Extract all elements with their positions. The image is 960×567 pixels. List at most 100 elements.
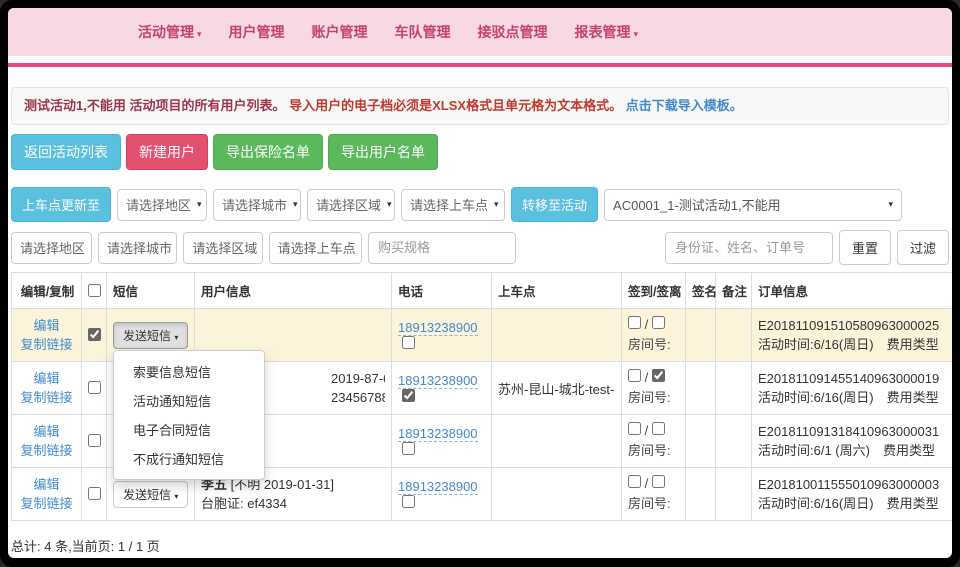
phone-checkbox[interactable] [402, 336, 415, 349]
nav-item-report-management[interactable]: 报表管理▾ [575, 22, 639, 42]
sign-in-checkbox[interactable] [628, 369, 641, 382]
signature-cell [686, 362, 716, 415]
sign-in-checkbox[interactable] [628, 316, 641, 329]
col-header-sms: 短信 [107, 273, 195, 309]
district-select-1[interactable]: 请选择区域▾ [307, 189, 395, 221]
caret-down-icon: ▾ [197, 29, 202, 39]
caret-down-icon: ▾ [387, 199, 392, 210]
room-number-label: 房间号: [628, 441, 679, 461]
col-header-pickup-point: 上车点 [492, 273, 622, 309]
sign-in-out-cell: / 房间号: [622, 362, 686, 415]
caret-down-icon: ▾ [494, 199, 499, 210]
caret-down-icon: ▾ [174, 492, 178, 501]
send-sms-button[interactable]: 发送短信 ▾ [113, 322, 188, 349]
nav-item-account-management[interactable]: 账户管理 [312, 22, 368, 42]
sign-out-checkbox[interactable] [652, 369, 665, 382]
col-header-sign-in-out: 签到/签离 [622, 273, 686, 309]
copy-link[interactable]: 复制链接 [18, 388, 75, 407]
menu-item-request-info-sms[interactable]: 索要信息短信 [114, 357, 264, 386]
caret-down-icon: ▾ [174, 333, 178, 342]
back-to-activity-list-button[interactable]: 返回活动列表 [11, 134, 121, 170]
nav-item-user-management[interactable]: 用户管理 [229, 22, 285, 42]
sign-in-checkbox[interactable] [628, 422, 641, 435]
phone-checkbox[interactable] [402, 442, 415, 455]
order-info-cell: E201811091510580963000025活动时间:6/16(周日) 费… [752, 309, 953, 362]
caret-down-icon: ▾ [91, 242, 92, 253]
phone-checkbox[interactable] [402, 389, 415, 402]
pickup-point-cell [492, 309, 622, 362]
row-checkbox[interactable] [88, 328, 101, 341]
filter-button[interactable]: 过滤 [897, 230, 949, 265]
sign-out-checkbox[interactable] [652, 316, 665, 329]
note-cell [716, 309, 752, 362]
region-select-2[interactable]: 请选择地区▾ [11, 232, 92, 264]
transfer-to-activity-button[interactable]: 转移至活动 [511, 187, 598, 222]
room-number-label: 房间号: [628, 335, 679, 355]
signature-cell [686, 309, 716, 362]
city-select-2[interactable]: 请选择城市▾ [98, 232, 177, 264]
order-info-cell: E201811091455140963000019活动时间:6/16(周日) 费… [752, 362, 953, 415]
top-navbar: 活动管理▾ 用户管理 账户管理 车队管理 接驳点管理 报表管理▾ [8, 8, 952, 56]
nav-item-shuttle-point-management[interactable]: 接驳点管理 [478, 22, 548, 42]
region-select-1[interactable]: 请选择地区▾ [117, 189, 207, 221]
phone-link[interactable]: 18913238900 [398, 373, 478, 389]
info-alert: 测试活动1,不能用 活动项目的所有用户列表。 导入用户的电子档必须是XLSX格式… [11, 87, 949, 125]
pickup-point-cell [492, 468, 622, 521]
pickup-point-select-2[interactable]: 请选择上车点▾ [269, 232, 362, 264]
caret-down-icon: ▾ [889, 199, 894, 210]
phone-link[interactable]: 18913238900 [398, 479, 478, 495]
sign-in-out-cell: / 房间号: [622, 309, 686, 362]
row-checkbox[interactable] [88, 434, 101, 447]
phone-link[interactable]: 18913238900 [398, 426, 478, 442]
edit-link[interactable]: 编辑 [18, 475, 75, 494]
reset-button[interactable]: 重置 [839, 230, 891, 265]
edit-link[interactable]: 编辑 [18, 369, 75, 388]
col-header-order-info: 订单信息 [752, 273, 953, 309]
sign-out-checkbox[interactable] [652, 475, 665, 488]
table-row: 编辑复制链接 发送短信 ▾ 索要信息短信 活动通知短信 电子合同短信 不成行通知… [12, 309, 953, 362]
alert-activity-name: 测试活动1,不能用 [24, 98, 126, 113]
send-sms-button[interactable]: 发送短信 ▾ [113, 481, 188, 508]
phone-checkbox[interactable] [402, 495, 415, 508]
col-header-signature: 签名 [686, 273, 716, 309]
note-cell [716, 415, 752, 468]
nav-item-fleet-management[interactable]: 车队管理 [395, 22, 451, 42]
download-template-link[interactable]: 点击下载导入模板。 [626, 98, 743, 113]
export-insurance-list-button[interactable]: 导出保险名单 [213, 134, 323, 170]
edit-link[interactable]: 编辑 [18, 422, 75, 441]
room-number-label: 房间号: [628, 494, 679, 514]
pickup-point-select-1[interactable]: 请选择上车点▾ [401, 189, 505, 221]
sign-in-checkbox[interactable] [628, 475, 641, 488]
row-checkbox[interactable] [88, 381, 101, 394]
nav-item-activity-management[interactable]: 活动管理▾ [138, 22, 202, 42]
phone-link[interactable]: 18913238900 [398, 320, 478, 336]
purchase-spec-input[interactable] [368, 232, 516, 264]
city-select-1[interactable]: 请选择城市▾ [213, 189, 301, 221]
menu-item-activity-notice-sms[interactable]: 活动通知短信 [114, 386, 264, 415]
row-checkbox[interactable] [88, 487, 101, 500]
sign-in-out-cell: / 房间号: [622, 468, 686, 521]
copy-link[interactable]: 复制链接 [18, 441, 75, 460]
district-select-2[interactable]: 请选择区域▾ [183, 232, 262, 264]
activity-select[interactable]: AC0001_1-测试活动1,不能用▾ [604, 189, 902, 221]
search-input[interactable] [665, 232, 833, 264]
edit-link[interactable]: 编辑 [18, 316, 75, 335]
new-user-button[interactable]: 新建用户 [126, 134, 208, 170]
menu-item-e-contract-sms[interactable]: 电子合同短信 [114, 415, 264, 444]
filter-row-2: 请选择地区▾ 请选择城市▾ 请选择区域▾ 请选择上车点▾ 重置 过滤 [11, 230, 949, 265]
room-number-label: 房间号: [628, 388, 679, 408]
sign-in-out-cell: / 房间号: [622, 415, 686, 468]
page-container: 活动管理▾ 用户管理 账户管理 车队管理 接驳点管理 报表管理▾ 测试活动1,不… [8, 8, 952, 558]
copy-link[interactable]: 复制链接 [18, 494, 75, 513]
menu-item-cancellation-notice-sms[interactable]: 不成行通知短信 [114, 444, 264, 473]
export-user-list-button[interactable]: 导出用户名单 [328, 134, 438, 170]
pagination-summary: 总计: 4 条,当前页: 1 / 1 页 [11, 536, 949, 555]
update-pickup-point-button[interactable]: 上车点更新至 [11, 187, 111, 222]
action-toolbar: 返回活动列表 新建用户 导出保险名单 导出用户名单 [11, 134, 949, 170]
filter-row-1: 上车点更新至 请选择地区▾ 请选择城市▾ 请选择区域▾ 请选择上车点▾ 转移至活… [11, 187, 949, 222]
copy-link[interactable]: 复制链接 [18, 335, 75, 354]
sign-out-checkbox[interactable] [652, 422, 665, 435]
note-cell [716, 468, 752, 521]
select-all-checkbox[interactable] [88, 284, 101, 297]
app-window: 活动管理▾ 用户管理 账户管理 车队管理 接驳点管理 报表管理▾ 测试活动1,不… [0, 0, 960, 567]
